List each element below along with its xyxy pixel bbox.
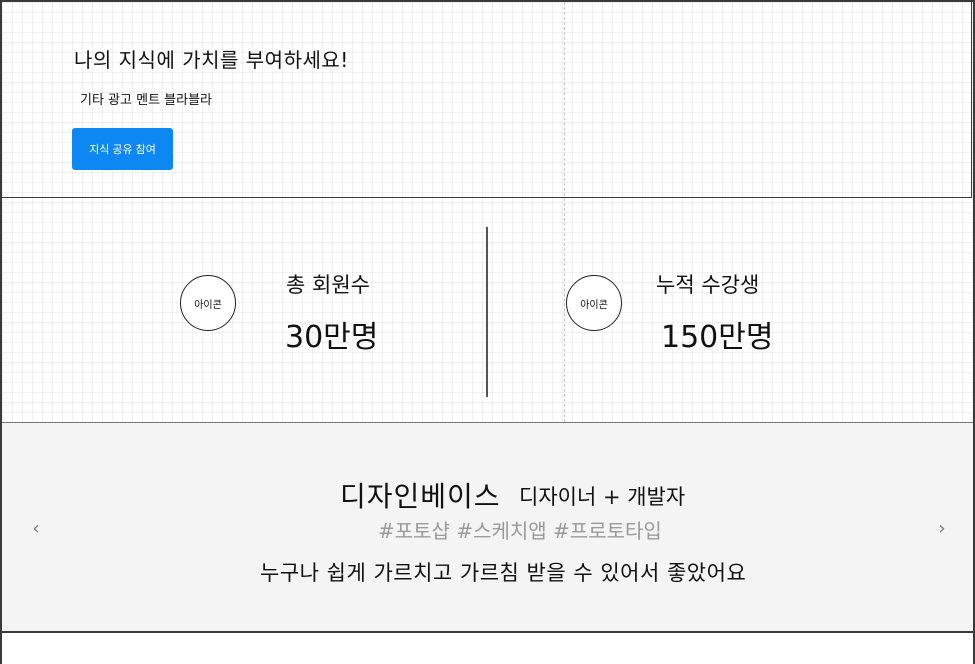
testimonial-role: 디자이너 + 개발자 bbox=[519, 485, 686, 509]
page-canvas: 나의 지식에 가치를 부여하세요! 기타 광고 멘트 블라블라 지식 공유 참여… bbox=[0, 0, 975, 664]
testimonial-name: 디자인베이스 bbox=[340, 480, 501, 513]
hero-subtitle: 기타 광고 멘트 블라블라 bbox=[80, 93, 212, 108]
carousel-next-arrow-icon[interactable]: › bbox=[933, 516, 951, 540]
stats-divider bbox=[486, 227, 488, 397]
stat-members-label: 총 회원수 bbox=[286, 273, 370, 297]
testimonial-tags: #포토샵 #스케치앱 #프로토타입 bbox=[378, 519, 662, 543]
members-icon: 아이콘 bbox=[180, 275, 236, 331]
stat-students-label: 누적 수강생 bbox=[656, 273, 760, 297]
stat-students-value: 150만명 bbox=[661, 320, 774, 355]
hero-section: 나의 지식에 가치를 부여하세요! 기타 광고 멘트 블라블라 지식 공유 참여 bbox=[2, 2, 972, 198]
carousel-prev-arrow-icon[interactable]: ‹ bbox=[27, 516, 45, 540]
join-knowledge-share-button[interactable]: 지식 공유 참여 bbox=[72, 128, 173, 170]
hero-title: 나의 지식에 가치를 부여하세요! bbox=[74, 48, 349, 72]
testimonial-carousel: ‹ 디자인베이스 디자이너 + 개발자 #포토샵 #스케치앱 #프로토타입 누구… bbox=[2, 422, 973, 633]
next-section-box bbox=[2, 633, 973, 664]
stat-members-value: 30만명 bbox=[285, 320, 379, 355]
students-icon: 아이콘 bbox=[566, 275, 622, 331]
testimonial-quote: 누구나 쉽게 가르치고 가르침 받을 수 있어서 좋았어요 bbox=[260, 561, 747, 585]
